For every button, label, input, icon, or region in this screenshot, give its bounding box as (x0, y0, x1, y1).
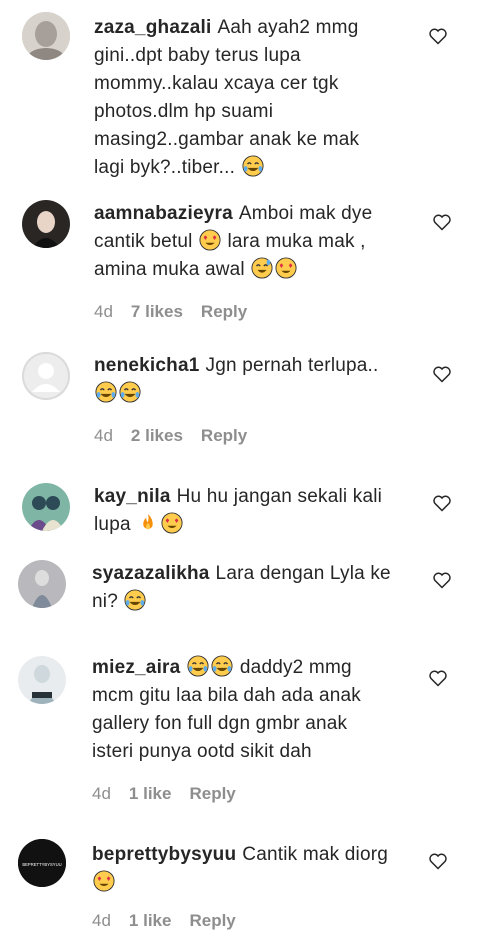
avatar[interactable] (22, 200, 70, 248)
comment-item: miez_aira daddy2 mmg mcm gitu laa bila d… (0, 640, 486, 825)
comment-username[interactable]: miez_aira (92, 657, 180, 678)
tears-of-joy-icon (95, 381, 117, 403)
comment-text: miez_aira daddy2 mmg mcm gitu laa bila d… (92, 654, 392, 766)
comment-meta: 4d 1 like Reply (92, 911, 254, 931)
comment-body: Jgn pernah terlupa.. (205, 355, 379, 376)
reply-button[interactable]: Reply (201, 302, 247, 321)
comment-time: 4d (92, 784, 111, 803)
reply-button[interactable]: Reply (189, 784, 235, 803)
heart-outline-icon[interactable] (432, 364, 452, 384)
sweat-smile-icon (251, 257, 273, 279)
comment-meta: 4d 1 like Reply (92, 784, 254, 804)
comment-time: 4d (94, 426, 113, 445)
comment-username[interactable]: aamnabazieyra (94, 203, 233, 224)
heart-outline-icon[interactable] (432, 570, 452, 590)
comment-username[interactable]: beprettybysyuu (92, 844, 236, 865)
comment-item: zaza_ghazali Aah ayah2 mmg gini..dpt baby… (0, 0, 486, 190)
comment-text: zaza_ghazali Aah ayah2 mmg gini..dpt baby… (94, 14, 394, 182)
tears-of-joy-icon (242, 155, 264, 177)
avatar[interactable] (18, 656, 66, 704)
avatar[interactable] (18, 560, 66, 608)
comment-username[interactable]: syazazalikha (92, 563, 210, 584)
reply-button[interactable]: Reply (201, 426, 247, 445)
comment-username[interactable]: nenekicha1 (94, 355, 200, 376)
comment-time: 4d (92, 911, 111, 930)
heart-eyes-icon (93, 870, 115, 892)
likes-count[interactable]: 1 like (129, 784, 172, 803)
reply-button[interactable]: Reply (189, 911, 235, 930)
heart-eyes-icon (161, 512, 183, 534)
heart-outline-icon[interactable] (428, 26, 448, 46)
tears-of-joy-icon (211, 655, 233, 677)
tears-of-joy-icon (187, 655, 209, 677)
comment-item: kay_nila Hu hu jangan sekali kali lupa (0, 465, 486, 550)
heart-outline-icon[interactable] (428, 668, 448, 688)
comment-meta: 4d 7 likes Reply (94, 302, 265, 322)
avatar[interactable]: BEPRETTYBYSYUU (18, 839, 66, 887)
tears-of-joy-icon (119, 381, 141, 403)
comment-time: 4d (94, 302, 113, 321)
avatar[interactable] (22, 352, 70, 400)
comment-body: Aah ayah2 mmg gini..dpt baby terus lupa … (94, 17, 360, 178)
comment-body: Cantik mak diorg (242, 844, 389, 865)
heart-outline-icon[interactable] (428, 851, 448, 871)
comment-meta: 4d 2 likes Reply (94, 426, 265, 446)
comment-text: aamnabazieyra Amboi mak dye cantik betul … (94, 200, 394, 284)
comment-username[interactable]: zaza_ghazali (94, 17, 212, 38)
tears-of-joy-icon (124, 589, 146, 611)
comment-text: nenekicha1 Jgn pernah terlupa.. (94, 352, 394, 408)
comment-item: syazazalikha Lara dengan Lyla ke ni? (0, 550, 486, 640)
heart-outline-icon[interactable] (432, 212, 452, 232)
comment-text: syazazalikha Lara dengan Lyla ke ni? (92, 560, 402, 616)
likes-count[interactable]: 1 like (129, 911, 172, 930)
comment-text: beprettybysyuu Cantik mak diorg (92, 841, 412, 897)
avatar[interactable] (22, 483, 70, 531)
comment-item: BEPRETTYBYSYUU beprettybysyuu Cantik mak … (0, 825, 486, 930)
comment-item: nenekicha1 Jgn pernah terlupa.. 4d 2 likes… (0, 330, 486, 465)
likes-count[interactable]: 7 likes (131, 302, 183, 321)
fire-icon (143, 513, 153, 530)
likes-count[interactable]: 2 likes (131, 426, 183, 445)
comment-item: aamnabazieyra Amboi mak dye cantik betul … (0, 190, 486, 330)
avatar[interactable] (22, 12, 70, 60)
comment-text: kay_nila Hu hu jangan sekali kali lupa (94, 483, 394, 539)
heart-eyes-icon (199, 229, 221, 251)
comment-username[interactable]: kay_nila (94, 486, 171, 507)
heart-outline-icon[interactable] (432, 493, 452, 513)
heart-eyes-icon (275, 257, 297, 279)
svg-text:BEPRETTYBYSYUU: BEPRETTYBYSYUU (22, 862, 61, 867)
